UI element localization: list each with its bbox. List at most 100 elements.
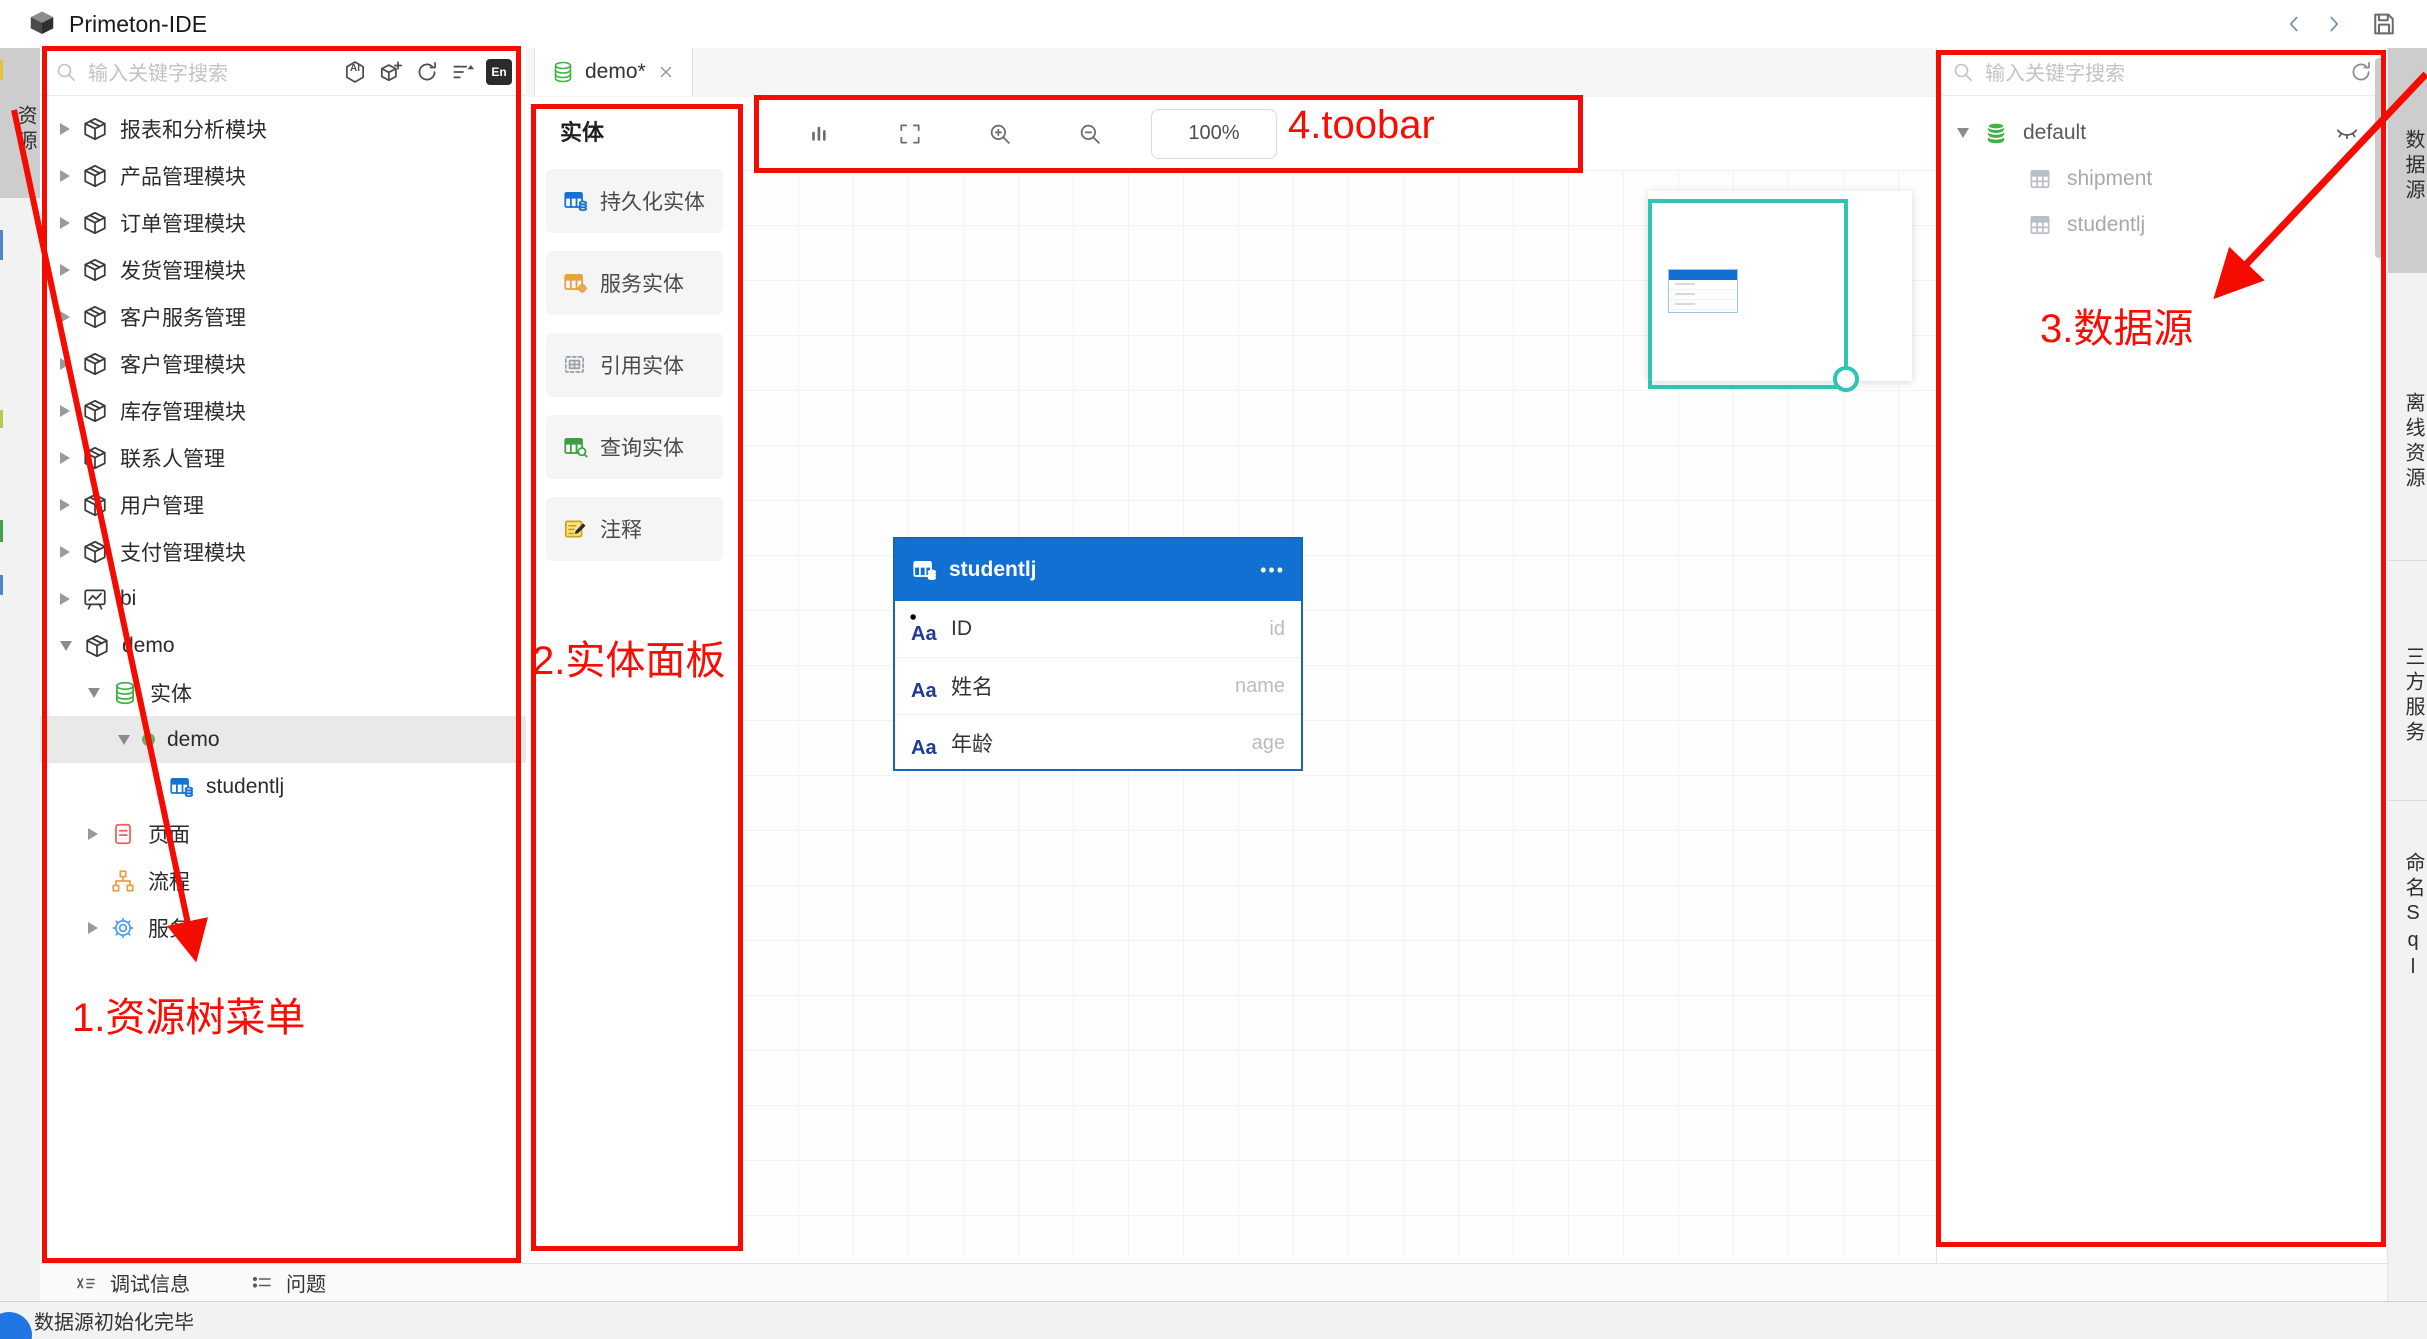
chevron-right-icon[interactable] — [60, 264, 70, 276]
palette-reference-entity[interactable]: 引用实体 — [546, 333, 723, 397]
refresh-icon[interactable] — [414, 59, 440, 85]
app-title: Primeton-IDE — [69, 11, 207, 38]
field-type-icon: Aa — [911, 669, 951, 703]
entity-field-row[interactable]: Aa 年龄 age — [895, 715, 1301, 771]
chevron-right-icon[interactable] — [60, 593, 70, 605]
tree-item-flows[interactable]: 流程 — [40, 857, 526, 904]
rail-tab-datasource[interactable]: 数据源 — [2388, 48, 2427, 273]
tree-item-module[interactable]: 用户管理 — [40, 481, 526, 528]
ai-assistant-button[interactable]: AI — [342, 59, 368, 85]
edge-sliver — [0, 230, 3, 260]
tree-item-module[interactable]: 报表和分析模块 — [40, 105, 526, 152]
palette-service-entity[interactable]: 服务实体 — [546, 251, 723, 315]
chevron-right-icon[interactable] — [60, 546, 70, 558]
tree-item-module[interactable]: 客户服务管理 — [40, 293, 526, 340]
tree-item-module-demo[interactable]: demo — [40, 622, 526, 669]
minimap-resize-handle[interactable] — [1833, 366, 1859, 392]
tree-item-demo-selected[interactable]: demo — [40, 716, 526, 763]
tree-item-studentlj[interactable]: studentlj — [40, 763, 526, 810]
datasource-table-shipment[interactable]: shipment — [1937, 156, 2388, 202]
nav-back-icon[interactable] — [2281, 11, 2307, 37]
tree-item-module[interactable]: 库存管理模块 — [40, 387, 526, 434]
chevron-right-icon[interactable] — [60, 405, 70, 417]
save-icon[interactable] — [2369, 9, 2399, 39]
datasource-default[interactable]: default — [1937, 110, 2388, 156]
tree-item-services[interactable]: 服务 — [40, 904, 526, 951]
zoom-out-icon[interactable] — [1077, 121, 1103, 147]
entity-table-icon — [911, 557, 937, 583]
edge-sliver — [0, 60, 3, 80]
resource-search-bar: 输入关键字搜索 AI En — [40, 48, 526, 96]
palette-comment[interactable]: 注释 — [546, 497, 723, 561]
tree-item-module[interactable]: 客户管理模块 — [40, 340, 526, 387]
tree-item-pages[interactable]: 页面 — [40, 810, 526, 857]
tree-item-module[interactable]: 发货管理模块 — [40, 246, 526, 293]
tree-item-module[interactable]: 产品管理模块 — [40, 152, 526, 199]
diagram-grid-canvas[interactable]: studentlj ••• Aa ID id Aa 姓名 name Aa 年龄 … — [743, 170, 1936, 1256]
search-input[interactable]: 输入关键字搜索 — [88, 57, 332, 86]
table-dashed-icon — [562, 352, 588, 378]
tab-demo[interactable]: demo* — [534, 48, 693, 96]
right-activity-rail: 数据源 离线资源 三方服务 命名Sql — [2387, 48, 2427, 1301]
chevron-down-icon[interactable] — [88, 688, 100, 698]
tree-item-bi[interactable]: bi — [40, 575, 526, 622]
module-cube-icon — [82, 304, 108, 330]
chevron-right-icon[interactable] — [60, 170, 70, 182]
bottom-tabs-bar: 调试信息 问题 — [40, 1263, 2387, 1301]
eye-closed-icon[interactable] — [2334, 120, 2360, 146]
entity-field-row[interactable]: Aa ID id — [895, 601, 1301, 658]
green-dot-icon — [142, 733, 155, 746]
entity-field-row[interactable]: Aa 姓名 name — [895, 658, 1301, 715]
entity-card-studentlj[interactable]: studentlj ••• Aa ID id Aa 姓名 name Aa 年龄 … — [893, 537, 1303, 771]
tree-item-module[interactable]: 订单管理模块 — [40, 199, 526, 246]
issues-list-icon — [250, 1271, 274, 1295]
chevron-down-icon[interactable] — [118, 735, 130, 745]
sort-filter-icon[interactable] — [450, 59, 476, 85]
gear-icon — [110, 915, 136, 941]
chevron-right-icon[interactable] — [88, 828, 98, 840]
chevron-down-icon[interactable] — [60, 641, 72, 651]
minimap-viewport[interactable] — [1648, 199, 1848, 389]
zoom-in-icon[interactable] — [987, 121, 1013, 147]
chevron-right-icon[interactable] — [60, 358, 70, 370]
palette-query-entity[interactable]: 查询实体 — [546, 415, 723, 479]
chevron-right-icon[interactable] — [60, 217, 70, 229]
rail-tab-named-sql[interactable]: 命名Sql — [2388, 800, 2427, 1010]
edge-sliver — [0, 520, 3, 542]
rail-tab-offline-resources[interactable]: 离线资源 — [2388, 273, 2427, 560]
entity-card-header[interactable]: studentlj ••• — [895, 539, 1301, 601]
tab-debug-info[interactable]: 调试信息 — [74, 1268, 190, 1297]
chevron-right-icon[interactable] — [88, 922, 98, 934]
vertical-scrollbar[interactable] — [2375, 58, 2383, 258]
chevron-right-icon[interactable] — [60, 499, 70, 511]
tab-problems[interactable]: 问题 — [250, 1268, 326, 1297]
datasource-table-studentlj[interactable]: studentlj — [1937, 202, 2388, 248]
canvas-toolbar: 100% — [743, 97, 1936, 170]
tree-item-module[interactable]: 联系人管理 — [40, 434, 526, 481]
status-message: 数据源初始化完毕 — [34, 1306, 194, 1335]
tree-item-entities[interactable]: 实体 — [40, 669, 526, 716]
more-menu-icon[interactable]: ••• — [1260, 560, 1285, 581]
search-icon — [1951, 60, 1975, 84]
refresh-icon[interactable] — [2348, 59, 2374, 85]
rail-tab-resources[interactable]: 资源 — [0, 48, 40, 198]
tree-item-module[interactable]: 支付管理模块 — [40, 528, 526, 575]
rail-tab-third-party-services[interactable]: 三方服务 — [2388, 560, 2427, 800]
chevron-right-icon[interactable] — [60, 123, 70, 135]
chevron-right-icon[interactable] — [60, 452, 70, 464]
primeton-ide-window: Primeton-IDE 资源 输入关键字搜索 AI En 报表和分析模块 产品… — [0, 0, 2427, 1339]
chart-bars-icon[interactable] — [807, 121, 833, 147]
left-activity-rail: 资源 — [0, 48, 41, 1301]
fit-screen-icon[interactable] — [897, 121, 923, 147]
title-bar: Primeton-IDE — [0, 0, 2427, 49]
datasource-panel: 输入关键字搜索 default shipment studentlj — [1936, 48, 2388, 1263]
module-cube-icon — [82, 539, 108, 565]
close-icon[interactable] — [656, 62, 676, 82]
palette-persistent-entity[interactable]: 持久化实体 — [546, 169, 723, 233]
new-module-icon[interactable] — [378, 59, 404, 85]
chevron-right-icon[interactable] — [60, 311, 70, 323]
zoom-level-input[interactable]: 100% — [1151, 109, 1277, 159]
datasource-search-input[interactable]: 输入关键字搜索 — [1985, 57, 2338, 86]
chevron-down-icon[interactable] — [1957, 128, 1969, 138]
nav-forward-icon[interactable] — [2321, 11, 2347, 37]
